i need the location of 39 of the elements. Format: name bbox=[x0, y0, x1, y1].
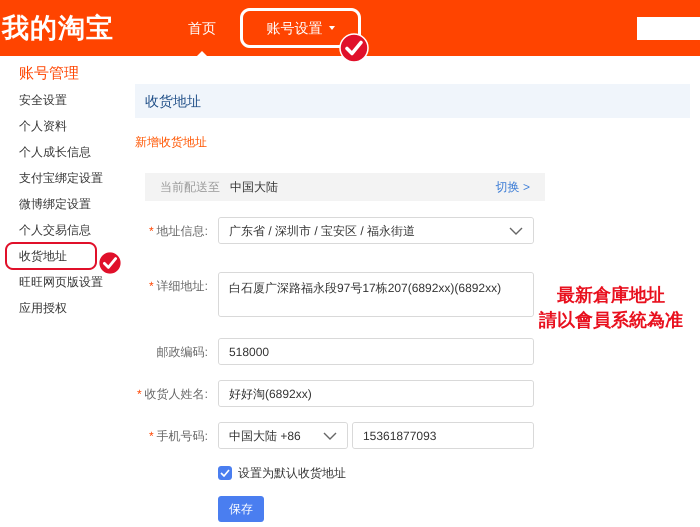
field-label: 手机号码: bbox=[156, 428, 208, 444]
required-mark: * bbox=[148, 428, 154, 444]
sidebar-item[interactable]: 个人资料 bbox=[19, 117, 67, 135]
field-label: 收货人姓名: bbox=[144, 386, 208, 402]
field-label: 详细地址: bbox=[156, 278, 208, 294]
chevron-down-icon bbox=[509, 226, 523, 234]
logo: 我的淘宝 bbox=[2, 12, 115, 45]
save-button[interactable]: 保存 bbox=[218, 496, 264, 522]
region-value: 中国大陆 bbox=[230, 179, 279, 196]
field-label: 邮政编码: bbox=[156, 344, 208, 360]
text-field[interactable]: 518000 bbox=[218, 338, 534, 365]
required-mark: * bbox=[136, 386, 142, 402]
search-field[interactable] bbox=[637, 17, 700, 40]
sidebar-item[interactable]: 支付宝绑定设置 bbox=[19, 169, 103, 187]
required-mark: * bbox=[148, 222, 154, 240]
sidebar-item[interactable]: 收货地址 bbox=[5, 242, 97, 270]
switch-link[interactable]: 切换 > bbox=[496, 178, 530, 196]
address-textarea[interactable]: 白石厦广深路福永段97号17栋207(6892xx)(6892xx) bbox=[218, 272, 534, 317]
chevron-down-icon bbox=[323, 432, 337, 440]
check-badge-icon bbox=[339, 33, 369, 63]
annotation-text: 最新倉庫地址 請以會員系統為准 bbox=[539, 284, 683, 332]
region-label: 当前配送至 bbox=[160, 179, 221, 196]
sidebar-item[interactable]: 个人交易信息 bbox=[19, 221, 91, 239]
sidebar-item[interactable]: 旺旺网页版设置 bbox=[19, 273, 103, 291]
required-mark: * bbox=[148, 278, 154, 294]
sidebar-title: 账号管理 bbox=[19, 64, 80, 84]
address-select[interactable]: 广东省 / 深圳市 / 宝安区 / 福永街道 bbox=[218, 217, 534, 244]
sidebar-item[interactable]: 安全设置 bbox=[19, 91, 67, 109]
check-badge-icon bbox=[98, 251, 122, 275]
section-header: 收货地址 bbox=[135, 84, 690, 118]
field-label: 地址信息: bbox=[156, 222, 208, 240]
country-code-select[interactable]: 中国大陆 +86 bbox=[218, 422, 348, 449]
text-field[interactable]: 好好淘(6892xx) bbox=[218, 380, 534, 407]
sidebar-item[interactable]: 应用授权 bbox=[19, 299, 67, 317]
checkbox-label: 设置为默认收货地址 bbox=[238, 465, 346, 482]
sidebar-item[interactable]: 个人成长信息 bbox=[19, 143, 91, 161]
sidebar-item[interactable]: 微博绑定设置 bbox=[19, 195, 91, 213]
phone-field[interactable]: 15361877093 bbox=[352, 422, 534, 449]
checkbox[interactable] bbox=[218, 466, 232, 480]
